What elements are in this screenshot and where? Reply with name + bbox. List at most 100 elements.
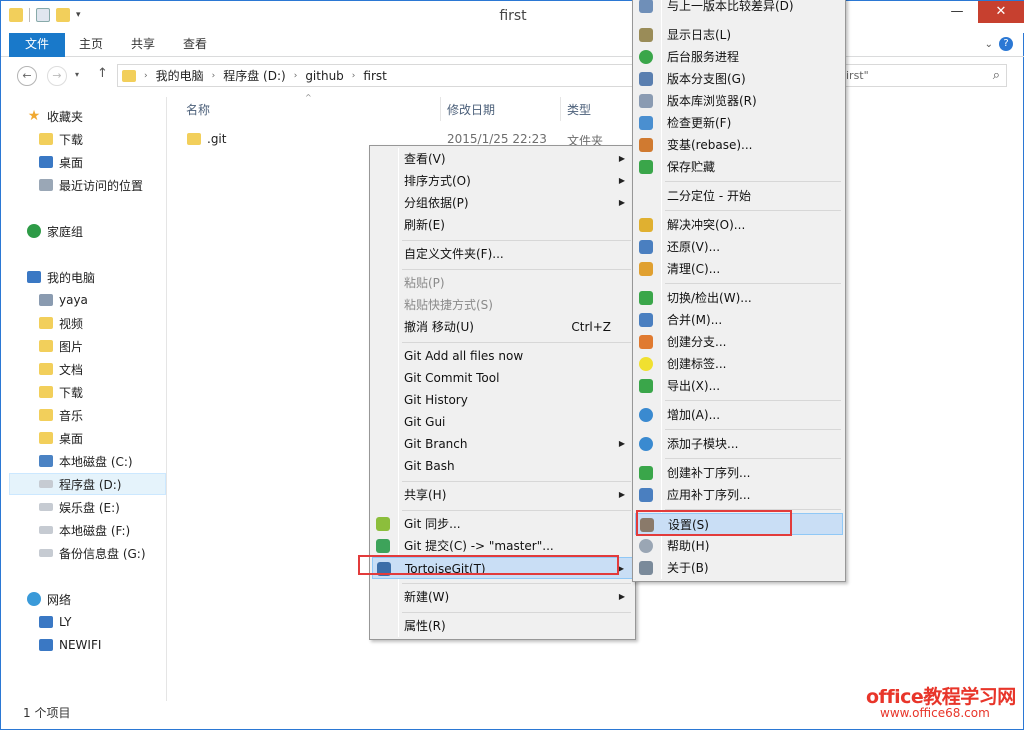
sidebar-item-desktop[interactable]: 桌面 [39,151,83,173]
menu-item-git-history[interactable]: Git History [372,389,633,411]
submenu-item-create-tag[interactable]: 创建标签... [635,353,843,375]
address-bar[interactable]: › 我的电脑 › 程序盘 (D:) › github › first [117,64,649,87]
submenu-item-add[interactable]: 增加(A)... [635,404,843,426]
sidebar-network[interactable]: 网络 [27,588,71,610]
menu-item-git-commit-tool[interactable]: Git Commit Tool [372,367,633,389]
sidebar-item-downloads-pc[interactable]: 下载 [39,381,83,403]
sidebar-item-drive-f[interactable]: 本地磁盘 (F:) [39,519,130,541]
menu-item-new[interactable]: 新建(W) ▶ [372,586,633,608]
breadcrumb[interactable]: first [363,69,386,83]
tab-view[interactable]: 查看 [169,33,221,57]
menu-item-view[interactable]: 查看(V) ▶ [372,148,633,170]
sidebar-item-label: 程序盘 (D:) [59,477,122,492]
menu-item-properties[interactable]: 属性(R) [372,615,633,637]
submenu-item-cleanup[interactable]: 清理(C)... [635,258,843,280]
sidebar-homegroup[interactable]: 家庭组 [27,220,83,242]
submenu-item-check-updates[interactable]: 检查更新(F) [635,112,843,134]
sidebar-item-downloads[interactable]: 下载 [39,128,83,150]
help-icon[interactable]: ? [999,37,1013,51]
column-divider[interactable] [560,97,561,121]
submenu-item-bisect-start[interactable]: 二分定位 - 开始 [635,185,843,207]
sidebar-item-drive-c[interactable]: 本地磁盘 (C:) [39,450,133,472]
submenu-item-apply-patch[interactable]: 应用补丁序列... [635,484,843,506]
branch-icon [639,335,653,349]
submenu-item-show-log[interactable]: 显示日志(L) [635,24,843,46]
search-icon[interactable]: ⌕ [993,68,1000,83]
sidebar-item-recent[interactable]: 最近访问的位置 [39,174,143,196]
menu-item-label: 保存贮藏 [667,160,716,174]
sidebar-item-drive-d[interactable]: 程序盘 (D:) [9,473,166,495]
menu-item-undo-move[interactable]: 撤消 移动(U) Ctrl+Z [372,316,633,338]
menu-item-sort-by[interactable]: 排序方式(O) ▶ [372,170,633,192]
sidebar-item-drive-e[interactable]: 娱乐盘 (E:) [39,496,120,518]
submenu-item-rebase[interactable]: 变基(rebase)... [635,134,843,156]
tab-home[interactable]: 主页 [65,33,117,57]
menu-item-refresh[interactable]: 刷新(E) [372,214,633,236]
sidebar-item-newifi[interactable]: NEWIFI [39,634,101,656]
submenu-item-merge[interactable]: 合并(M)... [635,309,843,331]
sidebar-this-pc[interactable]: 我的电脑 [27,266,95,288]
sidebar-item-videos[interactable]: 视频 [39,312,83,334]
submenu-item-switch-checkout[interactable]: 切换/检出(W)... [635,287,843,309]
tab-share[interactable]: 共享 [117,33,169,57]
menu-item-group-by[interactable]: 分组依据(P) ▶ [372,192,633,214]
back-button[interactable]: ← [17,66,37,86]
menu-item-git-commit[interactable]: Git 提交(C) -> "master"... [372,535,633,557]
menu-item-git-add-all[interactable]: Git Add all files now [372,345,633,367]
menu-item-git-bash[interactable]: Git Bash [372,455,633,477]
menu-item-git-gui[interactable]: Git Gui [372,411,633,433]
up-button[interactable]: ↑ [97,66,108,81]
menu-item-label: Git Commit Tool [404,371,500,385]
breadcrumb[interactable]: 我的电脑 [156,67,204,84]
minimize-button[interactable]: — [943,1,971,23]
forward-button[interactable]: → [47,66,67,86]
submenu-item-revert[interactable]: 还原(V)... [635,236,843,258]
sidebar-item-documents[interactable]: 文档 [39,358,83,380]
sidebar-item-label: 下载 [59,132,84,147]
column-header-date[interactable]: 修改日期 [447,101,495,118]
column-divider[interactable] [440,97,441,121]
submenu-item-create-patch[interactable]: 创建补丁序列... [635,462,843,484]
submenu-item-help[interactable]: 帮助(H) [635,535,843,557]
sidebar-item-ly[interactable]: LY [39,611,71,633]
submenu-item-daemon[interactable]: 后台服务进程 [635,46,843,68]
menu-item-git-sync[interactable]: Git 同步... [372,513,633,535]
homegroup-icon [27,224,41,238]
menu-item-label: Git Gui [404,415,446,429]
tab-file[interactable]: 文件 [9,33,65,57]
recent-locations-icon[interactable]: ▾ [75,70,79,79]
sidebar-item-music[interactable]: 音乐 [39,404,83,426]
menu-item-git-branch[interactable]: Git Branch ▶ [372,433,633,455]
folder-icon [122,69,136,82]
menu-separator [402,240,631,241]
breadcrumb[interactable]: 程序盘 (D:) [223,67,285,84]
submenu-item-create-branch[interactable]: 创建分支... [635,331,843,353]
menu-item-label: 显示日志(L) [667,28,732,42]
expand-ribbon-icon[interactable]: ⌄ [985,39,993,50]
menu-item-share[interactable]: 共享(H) ▶ [372,484,633,506]
sidebar-favorites[interactable]: ★ 收藏夹 [27,105,83,127]
menu-item-customize-folder[interactable]: 自定义文件夹(F)... [372,243,633,265]
submenu-item-stash-save[interactable]: 保存贮藏 [635,156,843,178]
sidebar-item-pictures[interactable]: 图片 [39,335,83,357]
submenu-item-export[interactable]: 导出(X)... [635,375,843,397]
submenu-item-diff-previous[interactable]: 与上一版本比较差异(D) [635,0,843,17]
menu-item-label: 增加(A)... [667,408,721,422]
submenu-item-add-submodule[interactable]: 添加子模块... [635,433,843,455]
menu-item-paste[interactable]: 粘贴(P) [372,272,633,294]
sidebar-item-label: 下载 [59,385,84,400]
submenu-item-repo-browser[interactable]: 版本库浏览器(R) [635,90,843,112]
submenu-item-about[interactable]: 关于(B) [635,557,843,579]
breadcrumb[interactable]: github [305,69,343,83]
sync-icon [376,517,390,531]
close-button[interactable]: ✕ [978,1,1024,23]
submenu-item-resolve[interactable]: 解决冲突(O)... [635,214,843,236]
column-header-type[interactable]: 类型 [567,101,591,118]
sidebar-item-desktop-pc[interactable]: 桌面 [39,427,83,449]
menu-item-paste-shortcut[interactable]: 粘贴快捷方式(S) [372,294,633,316]
column-header-name[interactable]: 名称 [186,101,210,118]
sidebar-item-yaya[interactable]: yaya [39,289,88,311]
sidebar-item-drive-g[interactable]: 备份信息盘 (G:) [39,542,146,564]
search-input[interactable]: irst" ⌕ [825,64,1007,87]
submenu-item-revision-graph[interactable]: 版本分支图(G) [635,68,843,90]
